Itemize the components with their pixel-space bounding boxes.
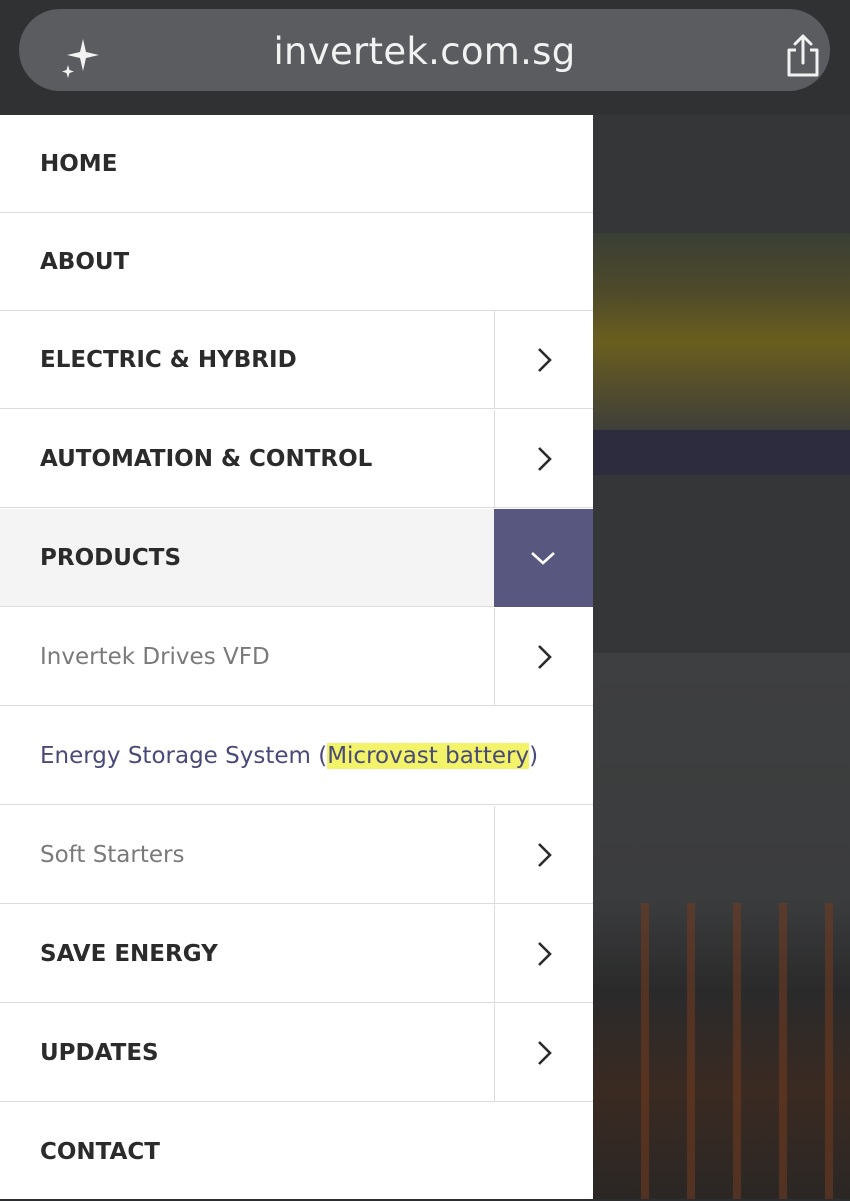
browser-toolbar: invertek.com.sg (0, 0, 850, 115)
battery-photo (593, 653, 850, 1199)
chevron-right-icon (538, 645, 552, 669)
menu-item-automation-control[interactable]: AUTOMATION & CONTROL (0, 410, 593, 508)
expand-toggle[interactable] (494, 410, 593, 508)
address-bar[interactable]: invertek.com.sg (19, 9, 830, 91)
expand-toggle[interactable] (494, 608, 593, 706)
menu-item-label: CONTACT (40, 1139, 160, 1165)
menu-item-contact[interactable]: CONTACT (0, 1103, 593, 1201)
submenu-item-invertek-drives-vfd[interactable]: Invertek Drives VFD (0, 608, 593, 706)
label-text: ) (529, 743, 539, 769)
vehicle-photo (593, 233, 850, 430)
nav-drawer: HOME ABOUT ELECTRIC & HYBRID AUTOMATION … (0, 115, 593, 1199)
expand-toggle[interactable] (494, 1004, 593, 1102)
menu-item-label: AUTOMATION & CONTROL (40, 446, 373, 472)
menu-item-electric-hybrid[interactable]: ELECTRIC & HYBRID (0, 311, 593, 409)
menu-item-home[interactable]: HOME (0, 115, 593, 213)
share-icon[interactable] (783, 33, 823, 79)
menu-item-updates[interactable]: UPDATES (0, 1004, 593, 1102)
submenu-item-energy-storage-system[interactable]: Energy Storage System (Microvast battery… (0, 707, 593, 805)
submenu-item-label: Energy Storage System (Microvast battery… (40, 707, 538, 805)
expand-toggle[interactable] (494, 905, 593, 1003)
chevron-right-icon (538, 1041, 552, 1065)
menu-item-label: ELECTRIC & HYBRID (40, 347, 297, 373)
highlighted-text: Microvast battery (327, 743, 530, 769)
submenu-item-label: Soft Starters (40, 842, 185, 868)
chevron-right-icon (538, 942, 552, 966)
submenu-item-label: Invertek Drives VFD (40, 644, 270, 670)
menu-item-label: SAVE ENERGY (40, 941, 218, 967)
menu-item-save-energy[interactable]: SAVE ENERGY (0, 905, 593, 1003)
url-text[interactable]: invertek.com.sg (19, 30, 830, 73)
menu-item-label: UPDATES (40, 1040, 159, 1066)
expand-toggle[interactable] (494, 806, 593, 904)
label-text: Energy Storage System ( (40, 743, 328, 769)
menu-item-label: ABOUT (40, 249, 130, 275)
collapse-toggle[interactable] (494, 509, 593, 607)
chevron-right-icon (538, 843, 552, 867)
menu-item-label: HOME (40, 151, 118, 177)
chevron-right-icon (538, 348, 552, 372)
chevron-right-icon (538, 447, 552, 471)
menu-item-products[interactable]: PRODUCTS (0, 509, 593, 607)
menu-item-about[interactable]: ABOUT (0, 213, 593, 311)
chevron-down-icon (531, 552, 555, 565)
banner-stripe (593, 430, 850, 475)
menu-item-label: PRODUCTS (40, 545, 182, 571)
expand-toggle[interactable] (494, 311, 593, 409)
background-page (593, 115, 850, 1199)
submenu-item-soft-starters[interactable]: Soft Starters (0, 806, 593, 904)
